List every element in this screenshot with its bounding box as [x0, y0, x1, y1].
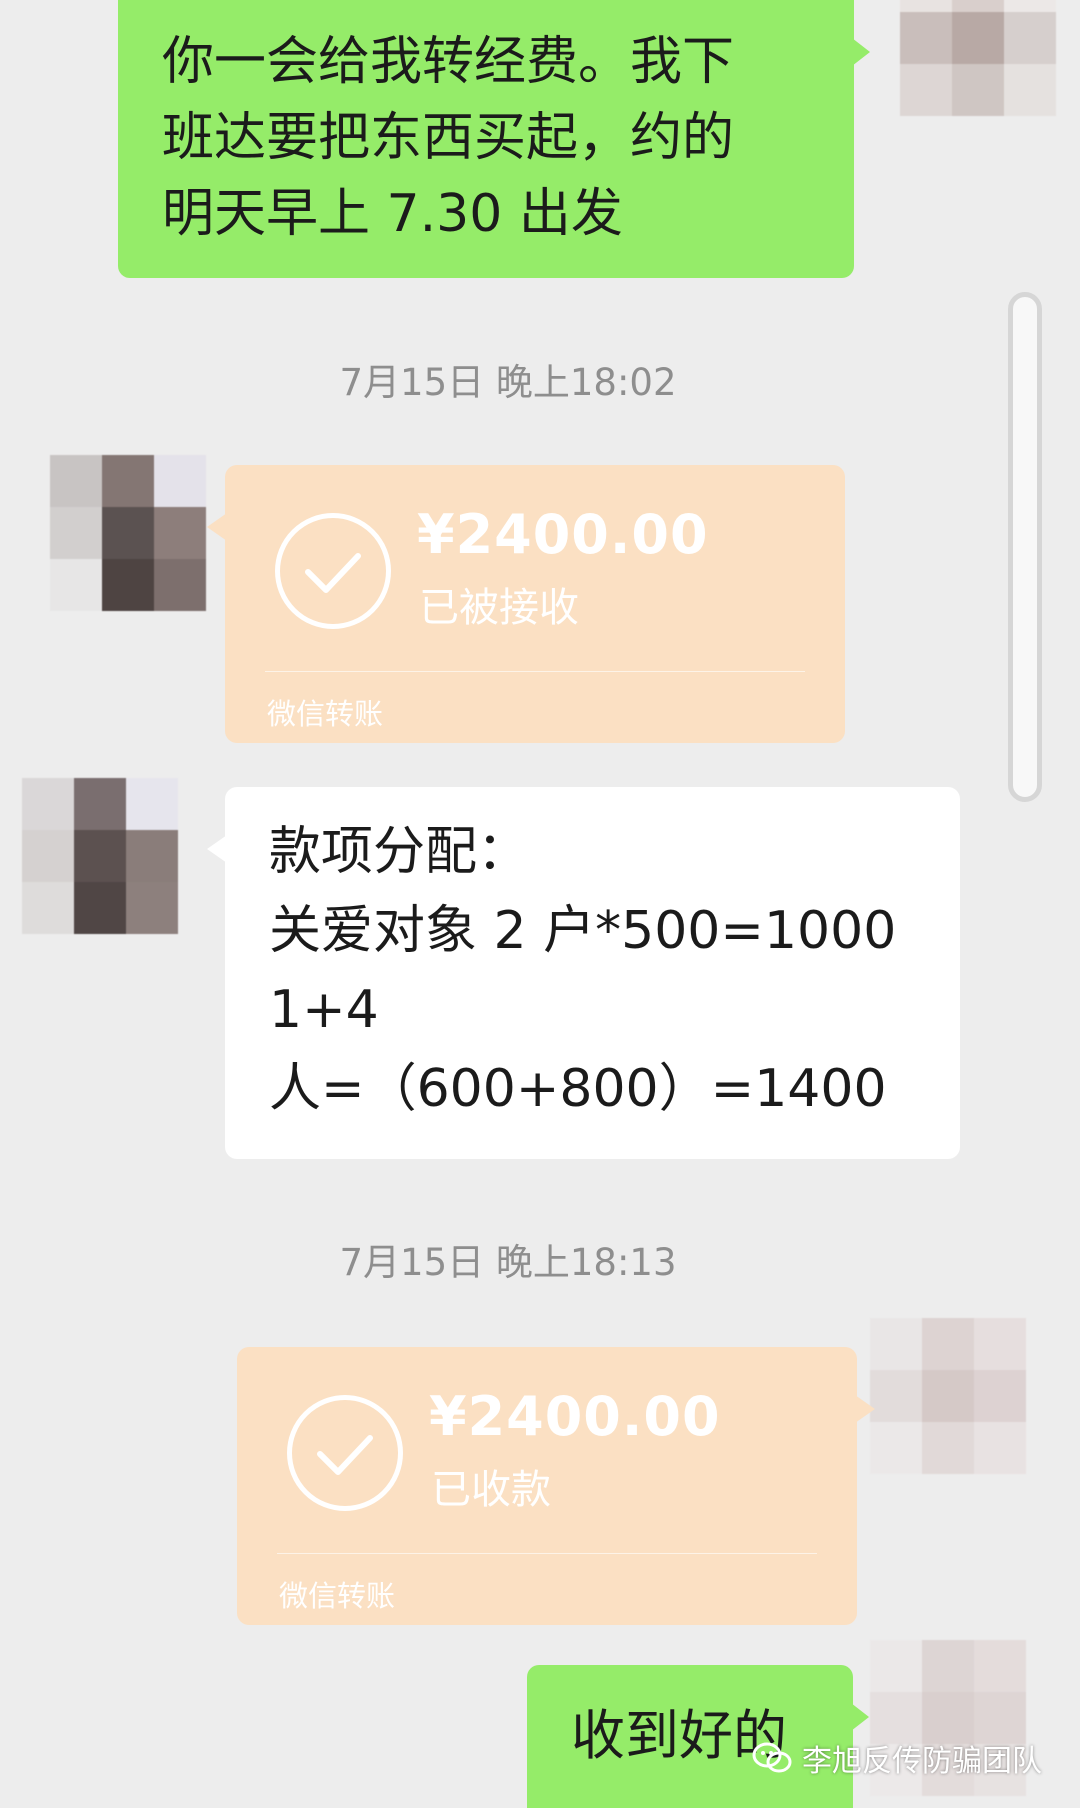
sent-message-bubble[interactable]: 你一会给我转经费。我下 班达要把东西买起，约的 明天早上 7.30 出发: [118, 0, 870, 278]
sent-message-text: 你一会给我转经费。我下 班达要把东西买起，约的 明天早上 7.30 出发: [162, 32, 735, 244]
self-avatar[interactable]: [900, 0, 1056, 116]
transfer-amount: ¥2400.00: [429, 1385, 721, 1448]
transfer-amount: ¥2400.00: [417, 503, 709, 566]
received-message-text: 款项分配： 关爱对象 2 户*500=1000 1+4 人=（600+800）=…: [269, 822, 897, 1119]
contact-avatar[interactable]: [22, 778, 178, 934]
transfer-status: 已被接收: [419, 585, 579, 631]
transfer-check-icon: [287, 1395, 403, 1511]
watermark: 李旭反传防骗团队: [752, 1736, 1042, 1780]
self-avatar[interactable]: [870, 1318, 1026, 1474]
watermark-text: 李旭反传防骗团队: [802, 1744, 1042, 1779]
wechat-official-account-icon: [752, 1741, 792, 1775]
timestamp: 7月15日 晚上18:02: [339, 361, 677, 404]
transfer-label: 微信转账: [279, 1579, 396, 1613]
received-message-bubble[interactable]: 款项分配： 关爱对象 2 户*500=1000 1+4 人=（600+800）=…: [207, 787, 960, 1159]
transfer-divider: [265, 671, 805, 672]
transfer-label: 微信转账: [267, 697, 384, 731]
transfer-check-icon: [275, 513, 391, 629]
transfer-card[interactable]: ¥2400.00 已收款 微信转账: [237, 1347, 875, 1625]
scrollbar[interactable]: [1008, 292, 1042, 802]
transfer-divider: [277, 1553, 817, 1554]
transfer-status: 已收款: [431, 1467, 551, 1513]
transfer-card[interactable]: ¥2400.00 已被接收 微信转账: [207, 465, 845, 743]
timestamp: 7月15日 晚上18:13: [339, 1241, 677, 1284]
chat-screen: 你一会给我转经费。我下 班达要把东西买起，约的 明天早上 7.30 出发 7月1…: [0, 0, 1080, 1808]
contact-avatar[interactable]: [50, 455, 206, 611]
